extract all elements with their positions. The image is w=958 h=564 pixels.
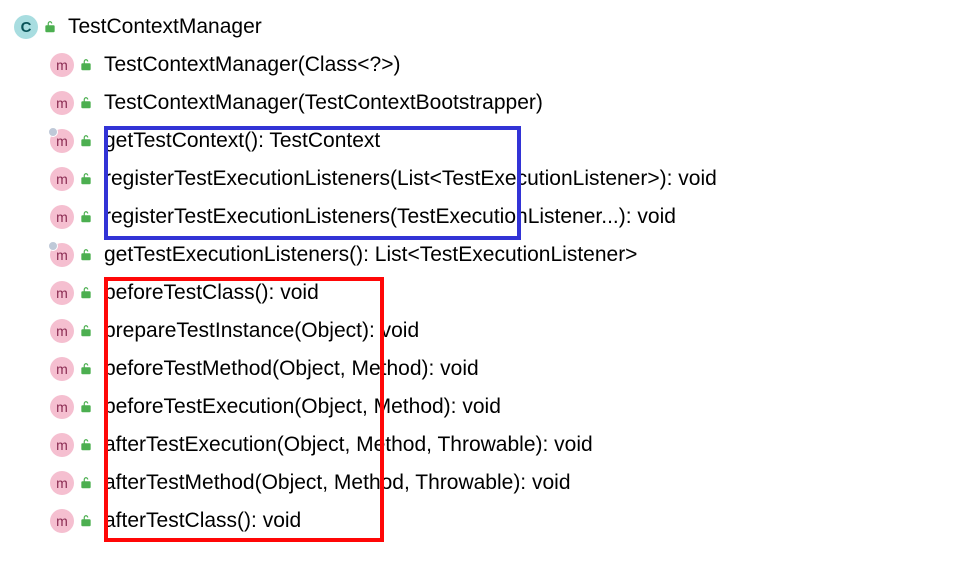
lock-open-icon	[78, 361, 94, 377]
member-row[interactable]: m afterTestClass(): void	[0, 502, 958, 540]
lock-open-icon	[78, 475, 94, 491]
member-label: beforeTestExecution(Object, Method): voi…	[104, 395, 501, 419]
method-icon: m	[50, 243, 74, 267]
member-row[interactable]: m getTestContext(): TestContext	[0, 122, 958, 160]
lock-open-icon	[78, 95, 94, 111]
method-icon: m	[50, 281, 74, 305]
lock-open-icon	[78, 171, 94, 187]
member-label: TestContextManager(Class<?>)	[104, 53, 400, 77]
member-label: getTestContext(): TestContext	[104, 129, 380, 153]
method-icon: m	[50, 509, 74, 533]
lock-open-icon	[78, 209, 94, 225]
member-row[interactable]: m TestContextManager(TestContextBootstrap…	[0, 84, 958, 122]
member-row[interactable]: m beforeTestMethod(Object, Method): void	[0, 350, 958, 388]
member-label: registerTestExecutionListeners(TestExecu…	[104, 205, 676, 229]
member-label: registerTestExecutionListeners(List<Test…	[104, 167, 717, 191]
member-label: afterTestMethod(Object, Method, Throwabl…	[104, 471, 571, 495]
lock-open-icon	[78, 437, 94, 453]
member-label: beforeTestMethod(Object, Method): void	[104, 357, 479, 381]
method-icon: m	[50, 91, 74, 115]
class-row[interactable]: C TestContextManager	[0, 8, 958, 46]
member-row[interactable]: m prepareTestInstance(Object): void	[0, 312, 958, 350]
lock-open-icon	[78, 285, 94, 301]
members-list: m TestContextManager(Class<?>) m TestContex…	[0, 46, 958, 540]
member-label: prepareTestInstance(Object): void	[104, 319, 419, 343]
lock-open-icon	[78, 57, 94, 73]
member-label: getTestExecutionListeners(): List<TestEx…	[104, 243, 637, 267]
member-row[interactable]: m registerTestExecutionListeners(List<Tes…	[0, 160, 958, 198]
member-row[interactable]: m afterTestMethod(Object, Method, Throwab…	[0, 464, 958, 502]
method-icon: m	[50, 319, 74, 343]
method-icon: m	[50, 395, 74, 419]
method-icon: m	[50, 471, 74, 495]
member-label: afterTestClass(): void	[104, 509, 301, 533]
method-icon: m	[50, 129, 74, 153]
method-icon: m	[50, 205, 74, 229]
member-row[interactable]: m afterTestExecution(Object, Method, Thro…	[0, 426, 958, 464]
member-row[interactable]: m beforeTestClass(): void	[0, 274, 958, 312]
lock-open-icon	[78, 323, 94, 339]
member-label: beforeTestClass(): void	[104, 281, 319, 305]
class-icon: C	[14, 15, 38, 39]
lock-open-icon	[78, 133, 94, 149]
member-row[interactable]: m getTestExecutionListeners(): List<TestE…	[0, 236, 958, 274]
member-label: TestContextManager(TestContextBootstrapp…	[104, 91, 543, 115]
class-name: TestContextManager	[68, 15, 262, 39]
member-row[interactable]: m registerTestExecutionListeners(TestExec…	[0, 198, 958, 236]
method-icon: m	[50, 53, 74, 77]
method-icon: m	[50, 167, 74, 191]
lock-open-icon	[42, 19, 58, 35]
member-label: afterTestExecution(Object, Method, Throw…	[104, 433, 593, 457]
member-row[interactable]: m beforeTestExecution(Object, Method): vo…	[0, 388, 958, 426]
lock-open-icon	[78, 399, 94, 415]
method-icon: m	[50, 357, 74, 381]
lock-open-icon	[78, 247, 94, 263]
lock-open-icon	[78, 513, 94, 529]
member-row[interactable]: m TestContextManager(Class<?>)	[0, 46, 958, 84]
method-icon: m	[50, 433, 74, 457]
